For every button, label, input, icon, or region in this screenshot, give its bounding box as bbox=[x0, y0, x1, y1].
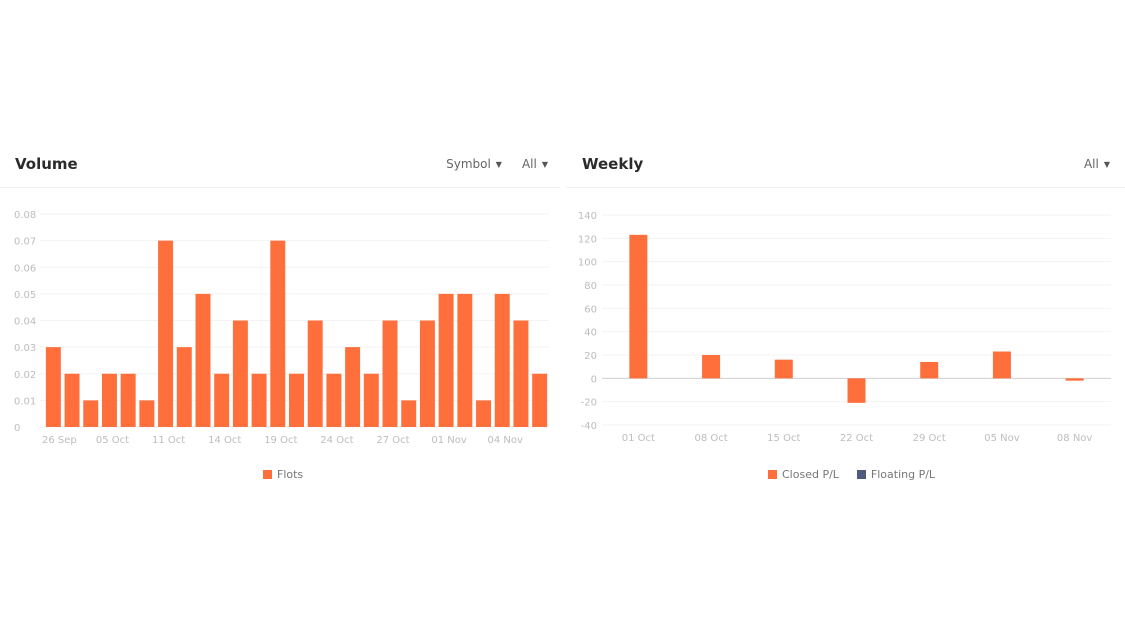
x-tick-label: 11 Oct bbox=[152, 435, 185, 446]
bar bbox=[214, 373, 230, 427]
volume-all-dropdown[interactable]: All ▼ bbox=[522, 157, 548, 171]
bar bbox=[326, 373, 342, 427]
bar bbox=[920, 362, 939, 379]
weekly-legend: Closed P/L Floating P/L bbox=[768, 468, 935, 481]
legend-item-closed-pl[interactable]: Closed P/L bbox=[768, 468, 839, 481]
y-tick-label: 20 bbox=[584, 351, 597, 362]
y-tick-label: 140 bbox=[578, 211, 597, 222]
volume-panel: Volume Symbol ▼ All ▼ 0 0.01 0.02 0.03 0.04 0… bbox=[0, 140, 560, 500]
bar bbox=[139, 400, 155, 427]
bar bbox=[120, 373, 136, 427]
weekly-all-dropdown-label: All bbox=[1083, 157, 1099, 171]
y-tick-label: 0.04 bbox=[14, 317, 36, 328]
weekly-title: Weekly bbox=[582, 155, 644, 173]
y-tick-label: 120 bbox=[578, 234, 597, 245]
bar bbox=[476, 400, 492, 427]
x-tick-label: 01 Nov bbox=[431, 435, 467, 446]
bar bbox=[513, 320, 529, 427]
bar bbox=[1065, 378, 1084, 381]
weekly-panel: Weekly All ▼ -40 -20 0 20 40 60 80 100 120 140 01 … bbox=[566, 140, 1125, 500]
legend-item-floating-pl[interactable]: Floating P/L bbox=[856, 468, 936, 481]
legend-label-flots: Flots bbox=[277, 468, 304, 481]
y-tick-label: -20 bbox=[581, 398, 597, 409]
caret-down-icon: ▼ bbox=[541, 159, 548, 169]
bar bbox=[382, 320, 398, 427]
legend-item-flots[interactable]: Flots bbox=[263, 468, 303, 481]
y-tick-label: 0 bbox=[591, 374, 597, 385]
bar bbox=[158, 240, 174, 427]
y-tick-label: 0 bbox=[14, 423, 20, 434]
x-tick-label: 26 Sep bbox=[42, 435, 77, 446]
x-tick-label: 15 Oct bbox=[767, 433, 800, 444]
x-tick-label: 05 Nov bbox=[984, 433, 1020, 444]
volume-legend: Flots bbox=[263, 468, 303, 481]
x-tick-label: 08 Oct bbox=[694, 433, 727, 444]
bar bbox=[847, 378, 866, 403]
volume-title: Volume bbox=[15, 155, 78, 173]
x-tick-label: 14 Oct bbox=[208, 435, 241, 446]
caret-down-icon: ▼ bbox=[495, 159, 502, 169]
volume-all-dropdown-label: All bbox=[521, 157, 537, 171]
x-tick-label: 04 Nov bbox=[488, 435, 524, 446]
bar bbox=[457, 293, 473, 427]
bar bbox=[270, 240, 286, 427]
bar bbox=[363, 373, 379, 427]
y-tick-label: 60 bbox=[584, 304, 597, 315]
y-tick-label: 80 bbox=[584, 281, 597, 292]
symbol-dropdown-label: Symbol bbox=[446, 157, 491, 171]
y-tick-label: 0.05 bbox=[14, 290, 36, 301]
y-tick-label: 0.06 bbox=[14, 263, 36, 274]
bar bbox=[251, 373, 267, 427]
y-tick-label: 0.01 bbox=[14, 396, 36, 407]
y-tick-label: 100 bbox=[578, 258, 597, 269]
bar bbox=[419, 320, 435, 427]
bar bbox=[532, 373, 548, 427]
x-tick-label: 19 Oct bbox=[264, 435, 297, 446]
volume-panel-header: Volume Symbol ▼ All ▼ bbox=[0, 140, 560, 188]
bar bbox=[289, 373, 304, 427]
x-tick-label: 22 Oct bbox=[840, 433, 873, 444]
legend-label-closed-pl: Closed P/L bbox=[782, 468, 839, 481]
y-tick-label: 40 bbox=[584, 328, 597, 339]
bar bbox=[232, 320, 248, 427]
caret-down-icon: ▼ bbox=[1103, 159, 1110, 169]
bar bbox=[702, 355, 721, 379]
weekly-panel-header: Weekly All ▼ bbox=[566, 140, 1125, 188]
bar bbox=[438, 293, 454, 427]
bar bbox=[195, 293, 211, 427]
y-tick-label: 0.02 bbox=[14, 370, 36, 381]
legend-label-floating-pl: Floating P/L bbox=[870, 468, 936, 481]
bar bbox=[401, 400, 417, 427]
legend-swatch-closed-pl bbox=[768, 470, 777, 479]
legend-swatch-floating-pl bbox=[856, 470, 866, 479]
bar bbox=[345, 347, 361, 427]
bar bbox=[307, 320, 323, 427]
y-tick-label: 0.08 bbox=[14, 210, 36, 221]
weekly-all-dropdown[interactable]: All ▼ bbox=[1084, 157, 1110, 171]
bar bbox=[176, 347, 192, 427]
x-tick-label: 24 Oct bbox=[320, 435, 353, 446]
legend-swatch-flots bbox=[263, 470, 272, 479]
bar bbox=[101, 373, 117, 427]
y-tick-label: 0.03 bbox=[14, 343, 36, 354]
volume-controls: Symbol ▼ All ▼ bbox=[446, 157, 548, 171]
bar bbox=[774, 359, 793, 379]
bar bbox=[45, 347, 61, 427]
bar bbox=[629, 234, 648, 379]
x-tick-label: 01 Oct bbox=[622, 433, 655, 444]
bar bbox=[83, 400, 99, 427]
y-tick-label: -40 bbox=[581, 421, 597, 432]
x-tick-label: 08 Nov bbox=[1057, 433, 1093, 444]
bar bbox=[64, 373, 80, 427]
weekly-controls: All ▼ bbox=[1084, 157, 1110, 171]
x-tick-label: 29 Oct bbox=[913, 433, 946, 444]
x-tick-label: 27 Oct bbox=[376, 435, 409, 446]
symbol-dropdown[interactable]: Symbol ▼ bbox=[446, 157, 502, 171]
bar bbox=[494, 293, 510, 427]
y-tick-label: 0.07 bbox=[14, 237, 36, 248]
x-tick-label: 05 Oct bbox=[96, 435, 129, 446]
bar bbox=[992, 351, 1011, 379]
